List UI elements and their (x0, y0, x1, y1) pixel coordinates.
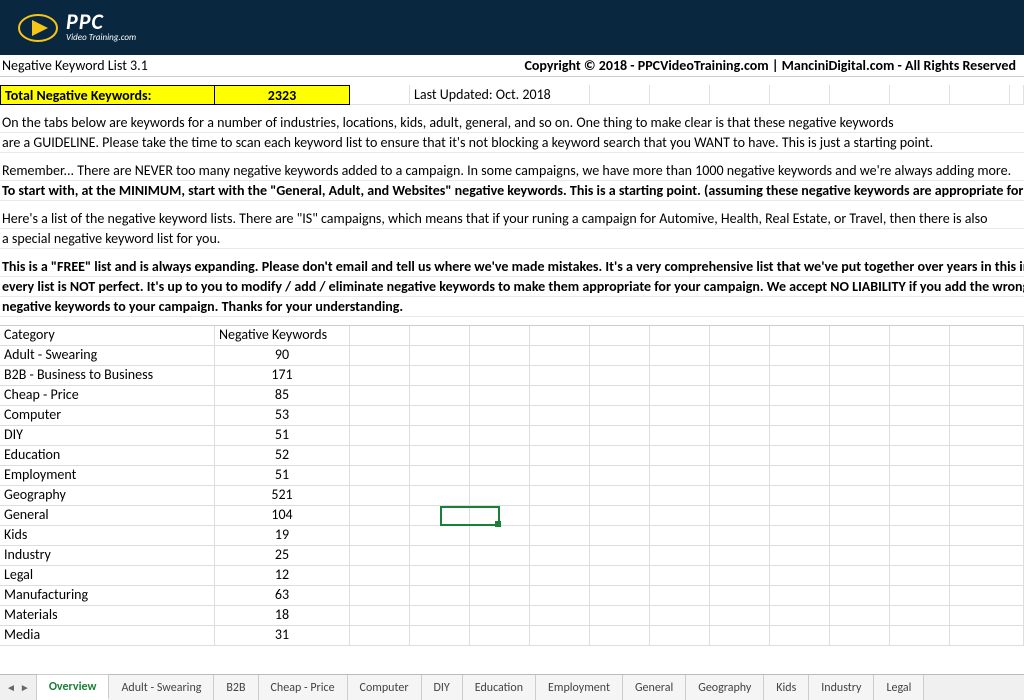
tab-cheap-price[interactable]: Cheap - Price (259, 675, 348, 700)
tab-general[interactable]: General (623, 675, 686, 700)
table-row[interactable]: DIY51 (0, 426, 1024, 446)
tab-nav-arrows[interactable]: ◄ ► (0, 675, 37, 700)
cell-count[interactable]: 25 (215, 546, 350, 566)
cell-category[interactable]: Legal (0, 566, 215, 586)
tab-adult-swearing[interactable]: Adult - Swearing (109, 675, 214, 700)
table-row[interactable]: Manufacturing63 (0, 586, 1024, 606)
list-intro-1: Here's a list of the negative keyword li… (0, 209, 1024, 229)
cell-category[interactable]: General (0, 506, 215, 526)
table-row[interactable]: Adult - Swearing90 (0, 346, 1024, 366)
table-row[interactable]: Media31 (0, 626, 1024, 646)
title-row: Negative Keyword List 3.1 Copyright © 20… (0, 55, 1024, 77)
table-row[interactable]: Employment51 (0, 466, 1024, 486)
table-row[interactable]: B2B - Business to Business171 (0, 366, 1024, 386)
disclaimer-1: This is a "FREE" list and is always expa… (0, 257, 1024, 277)
disclaimer-2: every list is NOT perfect. It's up to yo… (0, 277, 1024, 297)
table-row[interactable]: Kids19 (0, 526, 1024, 546)
tab-diy[interactable]: DIY (422, 675, 463, 700)
total-label: Total Negative Keywords: (0, 85, 215, 105)
intro-line-2: are a GUIDELINE. Please take the time to… (0, 133, 1024, 153)
table-row[interactable]: Computer53 (0, 406, 1024, 426)
tab-b2b[interactable]: B2B (214, 675, 258, 700)
disclaimer-3: negative keywords to your campaign. Than… (0, 297, 1024, 317)
table-row[interactable]: Geography521 (0, 486, 1024, 506)
table-row[interactable]: General104 (0, 506, 1024, 526)
cell-count[interactable]: 521 (215, 486, 350, 506)
cell-count[interactable]: 51 (215, 426, 350, 446)
list-intro-2: a special negative keyword list for you. (0, 229, 1024, 249)
header-banner: PPC Video Training.com (0, 0, 1024, 55)
cell-category[interactable]: Employment (0, 466, 215, 486)
cell-count[interactable]: 12 (215, 566, 350, 586)
tab-legal[interactable]: Legal (874, 675, 924, 700)
cell-category[interactable]: Media (0, 626, 215, 646)
tab-overview[interactable]: Overview (37, 674, 110, 700)
sheet-tabs: ◄ ► OverviewAdult - SwearingB2BCheap - P… (0, 674, 1024, 700)
cell-count[interactable]: 63 (215, 586, 350, 606)
logo: PPC Video Training.com (18, 12, 136, 44)
cell-category[interactable]: Computer (0, 406, 215, 426)
cell-count[interactable]: 85 (215, 386, 350, 406)
table-row[interactable]: Cheap - Price85 (0, 386, 1024, 406)
cell-count[interactable]: 51 (215, 466, 350, 486)
tab-next-icon[interactable]: ► (20, 681, 30, 694)
cell-category[interactable]: Manufacturing (0, 586, 215, 606)
tab-kids[interactable]: Kids (764, 675, 809, 700)
sheet-title: Negative Keyword List 3.1 (0, 57, 148, 74)
copyright-text: Copyright © 2018 - PPCVideoTraining.com … (524, 57, 1024, 74)
cell-count[interactable]: 31 (215, 626, 350, 646)
spreadsheet-body: Total Negative Keywords: 2323 Last Updat… (0, 77, 1024, 646)
logo-sub-text: Video Training.com (66, 32, 136, 43)
table-row[interactable]: Education52 (0, 446, 1024, 466)
cell-category[interactable]: Materials (0, 606, 215, 626)
last-updated: Last Updated: Oct. 2018 (410, 85, 590, 105)
cell-count[interactable]: 19 (215, 526, 350, 546)
logo-main-text: PPC (66, 12, 136, 32)
table-row[interactable]: Legal12 (0, 566, 1024, 586)
remember-line-1: Remember... There are NEVER too many neg… (0, 161, 1024, 181)
intro-line-1: On the tabs below are keywords for a num… (0, 113, 1024, 133)
tab-geography[interactable]: Geography (686, 675, 764, 700)
cell-category[interactable]: Adult - Swearing (0, 346, 215, 366)
tab-employment[interactable]: Employment (536, 675, 623, 700)
cell-category[interactable]: B2B - Business to Business (0, 366, 215, 386)
cell-category[interactable]: Cheap - Price (0, 386, 215, 406)
tab-prev-icon[interactable]: ◄ (6, 681, 16, 694)
cell-count[interactable]: 53 (215, 406, 350, 426)
remember-line-2: To start with, at the MINIMUM, start wit… (0, 181, 1024, 201)
total-value: 2323 (215, 85, 350, 105)
table-row[interactable]: Materials18 (0, 606, 1024, 626)
cell-category[interactable]: Geography (0, 486, 215, 506)
table-row[interactable]: Industry25 (0, 546, 1024, 566)
cell-count[interactable]: 90 (215, 346, 350, 366)
cell-count[interactable]: 52 (215, 446, 350, 466)
logo-icon (18, 12, 60, 44)
tab-education[interactable]: Education (463, 675, 536, 700)
cell-category[interactable]: DIY (0, 426, 215, 446)
cell-category[interactable]: Education (0, 446, 215, 466)
header-count: Negative Keywords (215, 326, 350, 346)
summary-row: Total Negative Keywords: 2323 Last Updat… (0, 85, 1024, 105)
cell-count[interactable]: 104 (215, 506, 350, 526)
cell-category[interactable]: Industry (0, 546, 215, 566)
cell-category[interactable]: Kids (0, 526, 215, 546)
table-header-row: Category Negative Keywords (0, 326, 1024, 346)
cell-count[interactable]: 171 (215, 366, 350, 386)
tab-industry[interactable]: Industry (809, 675, 874, 700)
category-table: Category Negative Keywords Adult - Swear… (0, 325, 1024, 646)
header-category: Category (0, 326, 215, 346)
cell-count[interactable]: 18 (215, 606, 350, 626)
tab-computer[interactable]: Computer (348, 675, 422, 700)
